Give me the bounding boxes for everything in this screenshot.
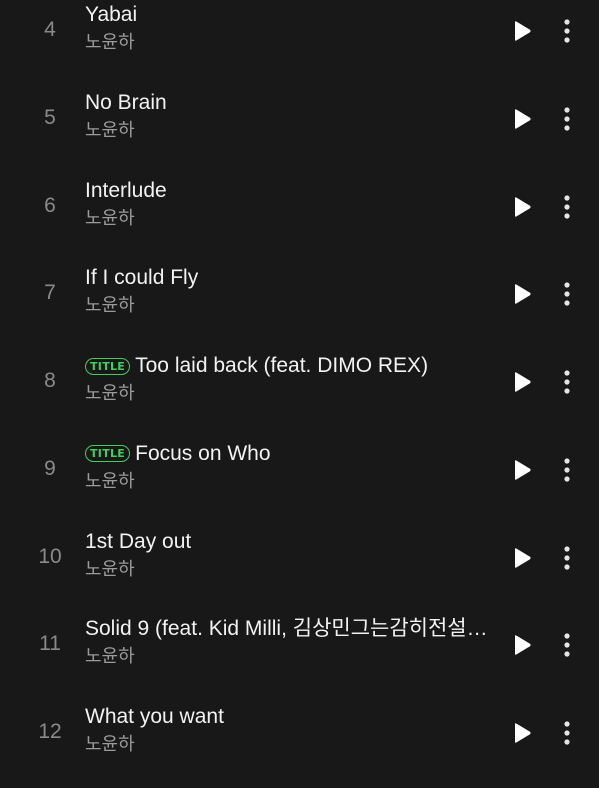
track-row[interactable]: 11 Solid 9 (feat. Kid Milli, 김상민그는감히전설… …	[0, 600, 599, 688]
track-artist[interactable]: 노윤하	[85, 644, 495, 670]
track-title-line: Yabai	[85, 0, 495, 30]
track-row[interactable]: 8 TITLE Too laid back (feat. DIMO REX) 노…	[0, 337, 599, 425]
track-info[interactable]: TITLE Too laid back (feat. DIMO REX) 노윤하	[85, 351, 495, 407]
track-title-line: TITLE Too laid back (feat. DIMO REX)	[85, 351, 495, 381]
play-button[interactable]	[505, 190, 539, 224]
track-artist[interactable]: 노윤하	[85, 381, 495, 407]
play-icon	[515, 372, 531, 392]
play-button[interactable]	[505, 102, 539, 136]
track-info[interactable]: If I could Fly 노윤하	[85, 263, 495, 319]
track-info[interactable]: Yabai 노윤하	[85, 0, 495, 56]
track-artist[interactable]: 노윤하	[85, 293, 495, 319]
play-icon	[515, 547, 531, 568]
track-info[interactable]: No Brain 노윤하	[85, 88, 495, 144]
track-title: Solid 9 (feat. Kid Milli, 김상민그는감히전설…	[85, 617, 488, 641]
more-options-button[interactable]	[552, 189, 582, 225]
track-row[interactable]: 10 1st Day out 노윤하	[0, 513, 599, 601]
track-title: Yabai	[85, 3, 138, 26]
play-button[interactable]	[505, 541, 539, 575]
play-button[interactable]	[505, 628, 539, 662]
track-title-line: Solid 9 (feat. Kid Milli, 김상민그는감히전설…	[85, 614, 495, 644]
more-options-button[interactable]	[552, 13, 582, 49]
track-title: Too laid back (feat. DIMO REX)	[135, 354, 429, 377]
track-list: 4 Yabai 노윤하 5 No Brain 노윤하 6 Interlude 노…	[0, 0, 599, 776]
track-info[interactable]: Interlude 노윤하	[85, 176, 495, 232]
track-title-line: TITLE Focus on Who	[85, 439, 495, 469]
track-artist[interactable]: 노윤하	[85, 30, 495, 56]
track-title-line: 1st Day out	[85, 527, 495, 557]
track-artist[interactable]: 노윤하	[85, 206, 495, 232]
play-icon	[515, 723, 531, 743]
track-title: If I could Fly	[85, 266, 199, 290]
track-info[interactable]: What you want 노윤하	[85, 702, 495, 758]
track-artist[interactable]: 노윤하	[85, 118, 495, 144]
more-options-button[interactable]	[552, 364, 582, 400]
more-options-button[interactable]	[552, 452, 582, 488]
play-button[interactable]	[505, 716, 539, 750]
play-icon	[515, 635, 531, 655]
more-vertical-icon	[564, 370, 570, 394]
play-button[interactable]	[505, 365, 539, 399]
more-vertical-icon	[564, 282, 570, 306]
play-button[interactable]	[505, 14, 539, 48]
play-icon	[515, 21, 531, 41]
more-vertical-icon	[564, 458, 570, 482]
track-title-line: What you want	[85, 702, 495, 732]
play-icon	[515, 109, 531, 129]
title-badge: TITLE	[85, 357, 131, 375]
track-title-line: Interlude	[85, 176, 495, 206]
more-vertical-icon	[564, 545, 570, 570]
more-vertical-icon	[564, 633, 570, 657]
more-vertical-icon	[564, 19, 570, 43]
track-title: Interlude	[85, 178, 167, 202]
track-title-line: If I could Fly	[85, 263, 495, 293]
track-row[interactable]: 12 What you want 노윤하	[0, 688, 599, 776]
track-info[interactable]: 1st Day out 노윤하	[85, 527, 495, 583]
track-title: What you want	[85, 705, 224, 728]
title-badge: TITLE	[85, 445, 131, 463]
track-artist[interactable]: 노윤하	[85, 732, 495, 758]
more-options-button[interactable]	[552, 101, 582, 137]
play-button[interactable]	[505, 277, 539, 311]
more-vertical-icon	[564, 721, 570, 745]
track-title: 1st Day out	[85, 529, 192, 553]
track-row[interactable]: 5 No Brain 노윤하	[0, 74, 599, 162]
more-options-button[interactable]	[552, 627, 582, 663]
more-options-button[interactable]	[552, 715, 582, 751]
track-info[interactable]: Solid 9 (feat. Kid Milli, 김상민그는감히전설… 노윤하	[85, 614, 495, 670]
track-row[interactable]: 4 Yabai 노윤하	[0, 0, 599, 74]
more-vertical-icon	[564, 107, 570, 131]
track-artist[interactable]: 노윤하	[85, 469, 495, 495]
more-options-button[interactable]	[552, 540, 582, 576]
play-icon	[515, 460, 531, 480]
play-icon	[515, 196, 531, 217]
play-button[interactable]	[505, 453, 539, 487]
more-vertical-icon	[564, 194, 570, 219]
track-artist[interactable]: 노윤하	[85, 557, 495, 583]
track-info[interactable]: TITLE Focus on Who 노윤하	[85, 439, 495, 495]
track-row[interactable]: 7 If I could Fly 노윤하	[0, 249, 599, 337]
track-row[interactable]: 9 TITLE Focus on Who 노윤하	[0, 425, 599, 513]
play-icon	[515, 284, 531, 304]
more-options-button[interactable]	[552, 276, 582, 312]
track-title-line: No Brain	[85, 88, 495, 118]
track-title: Focus on Who	[135, 441, 271, 465]
track-title: No Brain	[85, 90, 167, 114]
track-row[interactable]: 6 Interlude 노윤하	[0, 162, 599, 250]
